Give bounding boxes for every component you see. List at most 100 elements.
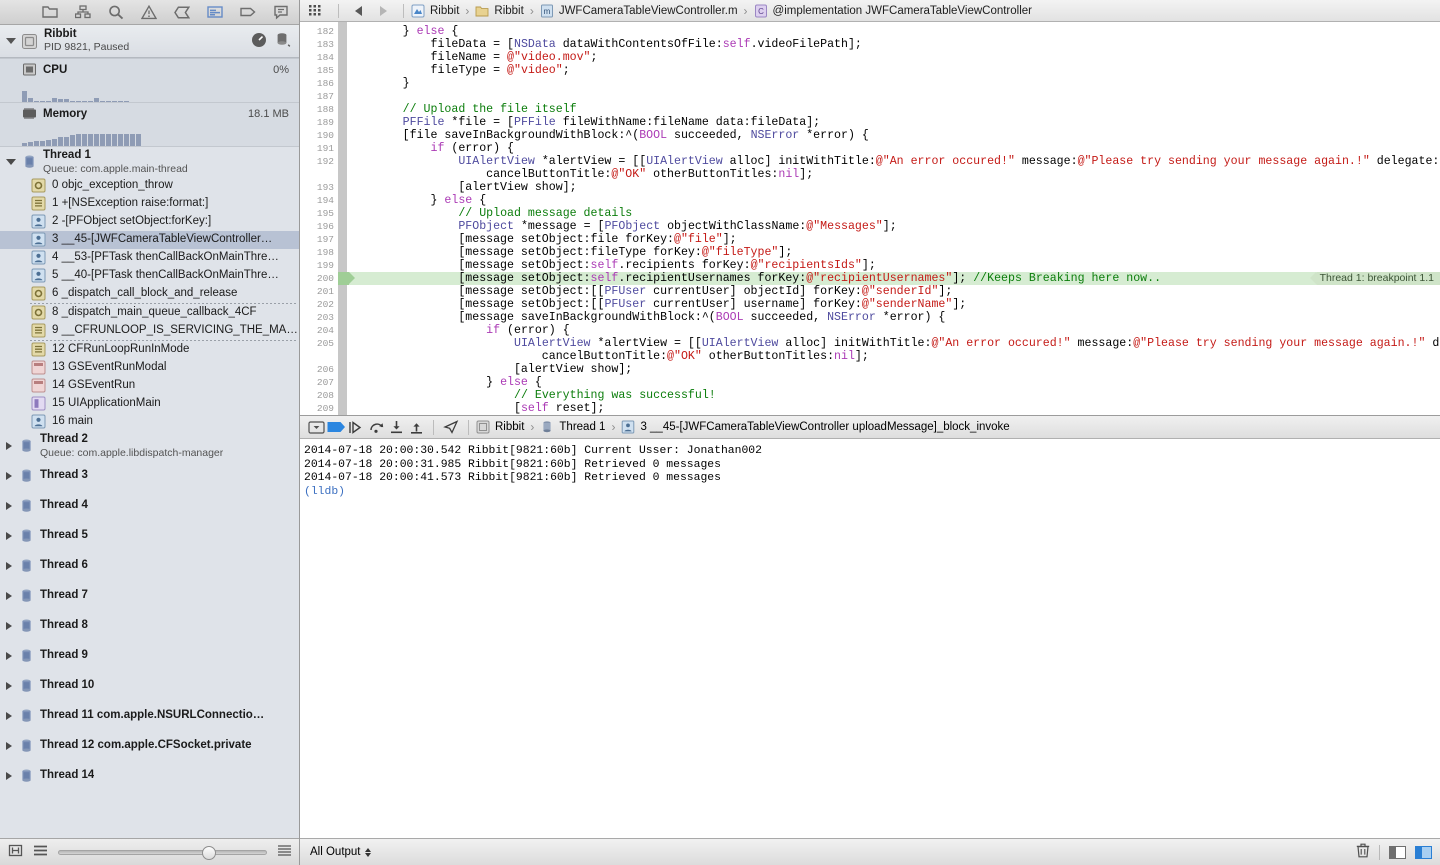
breakpoint-annotation[interactable]: Thread 1: breakpoint 1.1: [1316, 272, 1440, 285]
line-number[interactable]: 207: [300, 376, 338, 389]
code-line[interactable]: cancelButtonTitle:@"OK" otherButtonTitle…: [347, 168, 1440, 181]
thread-list[interactable]: Thread 1Queue: com.apple.main-thread0 ob…: [0, 146, 299, 838]
code-line[interactable]: } else {: [347, 25, 1440, 38]
lines-icon[interactable]: [278, 845, 291, 859]
code-line[interactable]: [message setObject:self.recipients forKe…: [347, 259, 1440, 272]
breadcrumb-group[interactable]: Ribbit: [475, 4, 523, 18]
stack-frame-row[interactable]: 1 +[NSException raise:format:]: [0, 195, 299, 213]
line-number[interactable]: [300, 350, 338, 363]
chevron-right-icon[interactable]: [6, 442, 12, 450]
breadcrumb-symbol[interactable]: C @implementation JWFCameraTableViewCont…: [754, 4, 1032, 18]
hide-debug-area-icon[interactable]: [306, 419, 326, 435]
thread-row[interactable]: Thread 8: [0, 611, 299, 641]
line-number[interactable]: 195: [300, 207, 338, 220]
stack-frame-row[interactable]: 2 -[PFObject setObject:forKey:]: [0, 213, 299, 231]
folder-icon[interactable]: [42, 5, 58, 20]
line-number[interactable]: 201: [300, 285, 338, 298]
tag-icon[interactable]: [240, 5, 256, 20]
debug-breadcrumb-frame[interactable]: 3 __45-[JWFCameraTableViewController upl…: [621, 420, 1009, 434]
comment-icon[interactable]: [273, 5, 289, 20]
code-line[interactable]: // Everything was successful!: [347, 389, 1440, 402]
code-folding-ribbon[interactable]: [338, 22, 347, 415]
line-number[interactable]: 199: [300, 259, 338, 272]
debug-breadcrumb-thread[interactable]: Thread 1: [540, 420, 605, 434]
line-number[interactable]: 198: [300, 246, 338, 259]
back-arrow-icon[interactable]: [355, 6, 362, 16]
debug-breadcrumb-process[interactable]: Ribbit: [476, 420, 524, 434]
line-number[interactable]: 196: [300, 220, 338, 233]
code-line[interactable]: // Upload the file itself: [347, 103, 1440, 116]
line-number[interactable]: 186: [300, 77, 338, 90]
stack-frame-row[interactable]: 5 __40-[PFTask thenCallBackOnMainThre…: [0, 267, 299, 285]
stack-frame-row[interactable]: 14 GSEventRun: [0, 377, 299, 395]
breadcrumb-project[interactable]: Ribbit: [411, 4, 459, 18]
chevron-right-icon[interactable]: [6, 502, 12, 510]
line-number[interactable]: 194: [300, 194, 338, 207]
line-number[interactable]: 193: [300, 181, 338, 194]
location-icon[interactable]: [441, 419, 461, 435]
thread-row[interactable]: Thread 9: [0, 641, 299, 671]
variables-pane-icon[interactable]: [1389, 846, 1406, 859]
code-line[interactable]: if (error) {: [347, 142, 1440, 155]
line-number[interactable]: 187: [300, 90, 338, 103]
code-line[interactable]: PFFile *file = [PFFile fileWithName:file…: [347, 116, 1440, 129]
cpu-gauge-row[interactable]: CPU 0%: [0, 58, 299, 80]
code-line[interactable]: if (error) {: [347, 324, 1440, 337]
thread-row[interactable]: Thread 12 com.apple.CFSocket.private: [0, 731, 299, 761]
line-number[interactable]: 189: [300, 116, 338, 129]
stack-frame-row[interactable]: 9 __CFRUNLOOP_IS_SERVICING_THE_MAI…: [0, 322, 299, 340]
hierarchy-icon[interactable]: [75, 5, 91, 20]
code-line[interactable]: [alertView show];: [347, 181, 1440, 194]
search-icon[interactable]: [108, 5, 124, 20]
code-line[interactable]: [347, 90, 1440, 103]
source-editor[interactable]: 1821831841851861871881891901911921931941…: [300, 22, 1440, 415]
code-line[interactable]: cancelButtonTitle:@"OK" otherButtonTitle…: [347, 350, 1440, 363]
line-number[interactable]: 209: [300, 402, 338, 415]
line-number[interactable]: 204: [300, 324, 338, 337]
memory-gauge-row[interactable]: Memory 18.1 MB: [0, 102, 299, 124]
line-number-gutter[interactable]: 1821831841851861871881891901911921931941…: [300, 22, 338, 415]
report-icon[interactable]: [207, 5, 223, 20]
code-line[interactable]: } else {: [347, 194, 1440, 207]
thread-row[interactable]: Thread 10: [0, 671, 299, 701]
stack-frame-row[interactable]: 15 UIApplicationMain: [0, 395, 299, 413]
breakpoint-icon[interactable]: [174, 5, 190, 20]
code-line[interactable]: // Upload message details: [347, 207, 1440, 220]
chevron-down-icon[interactable]: [6, 159, 16, 165]
chevron-right-icon[interactable]: [6, 532, 12, 540]
code-line[interactable]: [message saveInBackgroundWithBlock:^(BOO…: [347, 311, 1440, 324]
stack-frame-row[interactable]: 8 _dispatch_main_queue_callback_4CF: [0, 304, 299, 322]
code-content[interactable]: } else { fileData = [NSData dataWithCont…: [347, 22, 1440, 415]
scope-icon[interactable]: [8, 844, 23, 860]
chevron-right-icon[interactable]: [6, 742, 12, 750]
thread-row[interactable]: Thread 6: [0, 551, 299, 581]
line-number[interactable]: 183: [300, 38, 338, 51]
thread-row[interactable]: Thread 4: [0, 491, 299, 521]
line-number[interactable]: [300, 168, 338, 181]
thread-row[interactable]: Thread 7: [0, 581, 299, 611]
stack-frame-row[interactable]: 6 _dispatch_call_block_and_release: [0, 285, 299, 303]
line-number[interactable]: 182: [300, 25, 338, 38]
list-icon[interactable]: [34, 845, 47, 859]
line-number[interactable]: 197: [300, 233, 338, 246]
slider-knob[interactable]: [202, 846, 216, 860]
line-number[interactable]: 205: [300, 337, 338, 350]
warning-icon[interactable]: [141, 5, 157, 20]
thread-row[interactable]: Thread 14: [0, 761, 299, 791]
line-number[interactable]: 202: [300, 298, 338, 311]
output-filter-stepper[interactable]: [365, 848, 371, 857]
chevron-right-icon[interactable]: [6, 682, 12, 690]
step-over-icon[interactable]: [366, 419, 386, 435]
forward-arrow-icon[interactable]: [380, 6, 387, 16]
stack-frame-row[interactable]: 16 main: [0, 413, 299, 431]
chevron-right-icon[interactable]: [6, 652, 12, 660]
thread-row[interactable]: Thread 5: [0, 521, 299, 551]
code-line[interactable]: [message setObject:[[PFUser currentUser]…: [347, 285, 1440, 298]
stack-frame-row[interactable]: 12 CFRunLoopRunInMode: [0, 341, 299, 359]
code-line[interactable]: UIAlertView *alertView = [[UIAlertView a…: [347, 337, 1440, 350]
stack-frame-row[interactable]: 13 GSEventRunModal: [0, 359, 299, 377]
stack-frame-row[interactable]: 0 objc_exception_throw: [0, 177, 299, 195]
line-number[interactable]: 208: [300, 389, 338, 402]
chevron-right-icon[interactable]: [6, 562, 12, 570]
code-line[interactable]: [self reset];: [347, 402, 1440, 415]
